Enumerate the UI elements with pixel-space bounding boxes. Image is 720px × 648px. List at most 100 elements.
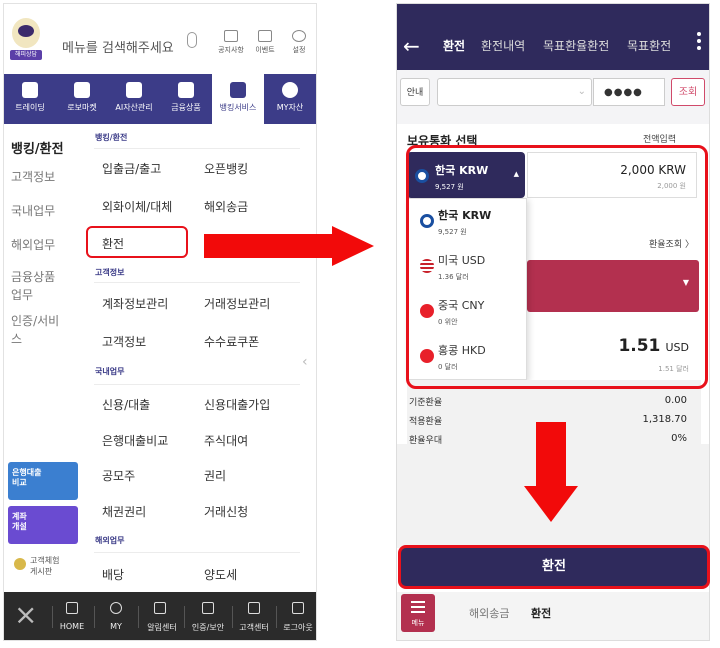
exchange-submit-button[interactable]: 환전 <box>398 545 710 589</box>
event-button[interactable]: 이벤트 <box>248 30 282 55</box>
applied-rate-value: 1,318.70 <box>642 414 687 425</box>
banking-icon <box>230 82 246 98</box>
section-overseas: 해외업무 <box>95 536 125 545</box>
tab-target-rate-exchange[interactable]: 목표환율환전 <box>543 37 609 54</box>
section-banking: 뱅킹/환전 <box>95 133 128 142</box>
logout-icon <box>292 602 304 614</box>
divider <box>94 148 300 149</box>
menu-credit-loan-join[interactable]: 신용대출가입 <box>204 396 270 413</box>
gift-icon <box>258 30 272 42</box>
bell-icon <box>154 602 166 614</box>
bottom-alerts[interactable]: 알림센터 <box>142 592 182 640</box>
divider <box>94 384 300 385</box>
currency-highlight-box <box>406 145 708 389</box>
menu-overseas-remit[interactable]: 해외송금 <box>204 198 248 215</box>
full-amount-button[interactable]: 전액입력 <box>643 132 676 145</box>
bottom-support[interactable]: 고객센터 <box>234 592 274 640</box>
lock-icon <box>202 602 214 614</box>
bottom-home[interactable]: HOME <box>54 592 90 640</box>
banner-bank-loan-compare[interactable]: 은행대출 비교 <box>8 462 78 500</box>
bottom-bar: × HOME MY 알림센터 인증/보안 고객센터 로그아웃 <box>4 592 316 640</box>
menu-fee-coupon[interactable]: 수수료쿠폰 <box>204 333 259 350</box>
menu-ipo[interactable]: 공모주 <box>102 467 135 484</box>
applied-rate-label: 적용환율 <box>409 417 443 427</box>
nav-products[interactable]: 금융상품 <box>160 74 212 124</box>
divider <box>232 606 233 628</box>
preferential-rate-value: 0% <box>671 433 687 444</box>
account-select[interactable]: ⌄ <box>437 78 592 106</box>
guide-button[interactable]: 안내 <box>400 78 430 106</box>
coin-icon <box>14 558 26 570</box>
section-domestic: 국내업무 <box>95 367 125 376</box>
inquire-button[interactable]: 조회 <box>671 78 705 106</box>
more-menu-icon[interactable] <box>697 32 701 52</box>
menu-bond-rights[interactable]: 채권권리 <box>102 503 146 520</box>
banner-open-account[interactable]: 계좌 개설 <box>8 506 78 544</box>
megaphone-icon <box>224 30 238 42</box>
arrow-down-icon <box>524 422 578 522</box>
divider <box>52 606 53 628</box>
exchange-highlight-box <box>86 226 188 258</box>
banner-customer-board[interactable]: 고객체험 게시판 <box>30 555 59 577</box>
menu-deposit-withdraw[interactable]: 입출금/출고 <box>102 160 161 177</box>
close-icon[interactable]: × <box>14 600 37 630</box>
bottom-logout[interactable]: 로그아웃 <box>278 592 316 640</box>
menu-bank-loan-compare[interactable]: 은행대출비교 <box>102 432 168 449</box>
gear-icon <box>292 30 306 42</box>
nav-ai-asset[interactable]: AI자산관리 <box>108 74 160 124</box>
mic-icon[interactable] <box>187 32 197 48</box>
menu-fx-transfer[interactable]: 외화이체/대체 <box>102 198 172 215</box>
menu-stock-lending[interactable]: 주식대여 <box>204 432 248 449</box>
section-customer: 고객정보 <box>95 268 125 277</box>
divider <box>138 606 139 628</box>
menu-rights[interactable]: 권리 <box>204 467 226 484</box>
bottom-tab-exchange[interactable]: 환전 <box>531 605 551 621</box>
settings-button[interactable]: 설정 <box>282 30 316 55</box>
left-category-title[interactable]: 뱅킹/환전 <box>11 138 64 157</box>
left-category-domestic[interactable]: 국내업무 <box>11 202 81 220</box>
menu-credit-loan[interactable]: 신용/대출 <box>102 396 150 413</box>
left-category-products[interactable]: 금융상품 업무 <box>11 268 81 304</box>
my-asset-icon <box>282 82 298 98</box>
password-field[interactable]: ●●●● <box>593 78 665 106</box>
nav-trading[interactable]: 트레이딩 <box>4 74 56 124</box>
divider <box>94 606 95 628</box>
logo-label: 해피상담 <box>10 50 42 60</box>
piggy-bank-icon <box>178 82 194 98</box>
divider <box>184 606 185 628</box>
hamburger-icon <box>411 601 425 603</box>
home-icon <box>66 602 78 614</box>
menu-transfer-tax[interactable]: 양도세 <box>204 566 237 583</box>
left-category-customer[interactable]: 고객정보 <box>11 168 81 186</box>
menu-dividend[interactable]: 배당 <box>102 566 124 583</box>
back-arrow-icon[interactable]: ← <box>403 34 420 58</box>
cart-icon <box>74 82 90 98</box>
menu-open-banking[interactable]: 오픈뱅킹 <box>204 160 248 177</box>
menu-button[interactable]: 메뉴 <box>401 594 435 632</box>
chevron-left-icon[interactable]: ‹ <box>302 354 308 370</box>
search-input[interactable]: 메뉴를 검색해주세요 <box>62 37 174 56</box>
tab-exchange-history[interactable]: 환전내역 <box>481 37 525 54</box>
nav-banking[interactable]: 뱅킹서비스 <box>212 74 264 126</box>
nav-my-asset[interactable]: MY자산 <box>264 74 316 124</box>
divider <box>94 552 300 553</box>
tab-exchange[interactable]: 환전 <box>443 37 465 54</box>
tab-target-exchange[interactable]: 목표환전 <box>627 37 687 54</box>
menu-customer-info[interactable]: 고객정보 <box>102 333 146 350</box>
bottom-tab-remittance[interactable]: 해외송금 <box>469 605 509 621</box>
menu-trade-request[interactable]: 거래신청 <box>204 503 248 520</box>
notice-button[interactable]: 공지사항 <box>214 30 248 55</box>
divider <box>276 606 277 628</box>
menu-account-info[interactable]: 계좌정보관리 <box>102 295 168 312</box>
headset-icon <box>248 602 260 614</box>
menu-trade-info[interactable]: 거래정보관리 <box>204 295 270 312</box>
chevron-down-icon: ⌄ <box>577 86 586 97</box>
ai-icon <box>126 82 142 98</box>
bottom-security[interactable]: 인증/보안 <box>186 592 230 640</box>
left-category-overseas[interactable]: 해외업무 <box>11 236 81 254</box>
nav-robomarket[interactable]: 로보마켓 <box>56 74 108 124</box>
mascot-logo-icon[interactable] <box>12 18 40 48</box>
bottom-my[interactable]: MY <box>98 592 134 640</box>
main-nav: 트레이딩 로보마켓 AI자산관리 금융상품 뱅킹서비스 MY자산 <box>4 74 316 126</box>
left-category-auth[interactable]: 인증/서비 스 <box>11 312 81 348</box>
